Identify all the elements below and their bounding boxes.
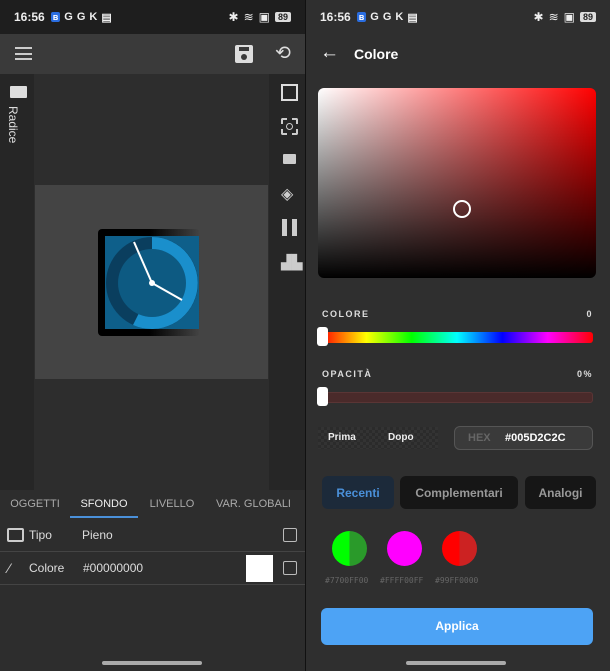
- wifi-icon: ≋: [548, 10, 559, 24]
- save-icon[interactable]: [235, 45, 253, 63]
- calendar-icon: ▤: [101, 11, 112, 24]
- lock-icon[interactable]: [283, 154, 296, 164]
- opacity-value: 0%: [576, 369, 593, 379]
- bluetooth-app-icon: ʙ: [50, 12, 61, 22]
- saturation-value-picker[interactable]: [318, 88, 596, 278]
- opacity-slider[interactable]: [321, 392, 593, 403]
- notification-icon: G: [64, 11, 73, 23]
- checkbox[interactable]: [283, 528, 297, 542]
- watchface-preview: [98, 229, 200, 336]
- brush-icon: ⁄: [8, 560, 11, 576]
- property-value: Pieno: [82, 528, 113, 542]
- picker-cursor[interactable]: [453, 200, 471, 218]
- status-bar: 16:56 ʙ G G K ▤ ✱ ≋ ▣ 89: [306, 0, 610, 34]
- property-row-tipo[interactable]: Tipo Pieno: [0, 519, 305, 552]
- clock: 16:56: [320, 10, 351, 24]
- checkbox[interactable]: [283, 561, 297, 575]
- bluetooth-app-icon: ʙ: [356, 12, 367, 22]
- type-icon: [7, 528, 24, 542]
- property-value: #00000000: [83, 561, 144, 575]
- chart-icon[interactable]: ▟▙: [281, 254, 303, 271]
- tab-complementari[interactable]: Complementari: [400, 476, 518, 509]
- tab-livello[interactable]: LIVELLO: [138, 490, 206, 518]
- property-label: Colore: [29, 561, 65, 575]
- top-toolbar: ⟲: [0, 34, 305, 74]
- hue-slider[interactable]: [321, 332, 593, 343]
- clock: 16:56: [14, 10, 45, 24]
- recent-swatch[interactable]: [332, 531, 367, 566]
- menu-icon[interactable]: [15, 47, 32, 60]
- notification-icon: K: [89, 11, 98, 23]
- recent-swatch[interactable]: [387, 531, 422, 566]
- notification-icon: G: [370, 11, 379, 23]
- wifi-icon: ≋: [243, 10, 254, 24]
- frame-icon[interactable]: [281, 84, 298, 101]
- status-bar: 16:56 ʙ G G K ▤ ✱ ≋ ▣ 89: [0, 0, 305, 34]
- swatch-hex: #99FF0000: [435, 576, 479, 585]
- tree-sidebar[interactable]: Radice: [0, 74, 34, 490]
- bluetooth-icon: ✱: [228, 10, 239, 24]
- gesture-bar: [102, 661, 202, 665]
- swatch-hex: #FFFF00FF: [380, 576, 424, 585]
- after-label: Dopo: [388, 432, 414, 443]
- tab-recenti[interactable]: Recenti: [322, 476, 394, 509]
- battery-indicator: 89: [579, 12, 596, 22]
- editor-screen: 16:56 ʙ G G K ▤ ✱ ≋ ▣ 89 ⟲ Radice ◈ ▟▙ OGGE…: [0, 0, 305, 671]
- before-label: Prima: [328, 432, 356, 443]
- property-label: Tipo: [29, 528, 52, 542]
- hex-label: HEX: [468, 432, 491, 444]
- tool-sidebar: ◈ ▟▙: [269, 74, 305, 490]
- apply-button[interactable]: Applica: [321, 608, 593, 645]
- property-row-colore[interactable]: ⁄ Colore #00000000: [0, 552, 305, 585]
- color-preview[interactable]: [246, 554, 273, 582]
- tab-oggetti[interactable]: OGGETTI: [0, 490, 70, 518]
- battery-indicator: 89: [274, 12, 291, 22]
- bluetooth-icon: ✱: [533, 10, 544, 24]
- sim-icon: ▣: [258, 10, 270, 24]
- page-title: Colore: [354, 46, 399, 62]
- opacity-label: OPACITÀ: [322, 369, 373, 379]
- tab-bar: OGGETTI SFONDO LIVELLO VAR. GLOBALI: [0, 490, 305, 518]
- folder-icon: [10, 86, 27, 98]
- hue-value: 0: [586, 309, 593, 319]
- pause-icon[interactable]: [282, 219, 297, 236]
- root-label: Radice: [6, 106, 20, 144]
- opacity-slider-thumb[interactable]: [317, 387, 328, 406]
- tab-analogi[interactable]: Analogi: [525, 476, 596, 509]
- recent-swatch[interactable]: [442, 531, 477, 566]
- focus-icon[interactable]: [281, 118, 298, 135]
- tab-sfondo[interactable]: SFONDO: [70, 490, 138, 518]
- hex-input[interactable]: HEX #005D2C2C: [454, 426, 593, 450]
- notification-icon: G: [76, 11, 86, 23]
- notification-icon: K: [395, 11, 404, 23]
- hue-label: COLORE: [322, 309, 370, 319]
- canvas-preview[interactable]: [35, 185, 268, 379]
- color-picker-screen: 16:56 ʙ G G K ▤ ✱ ≋ ▣ 89 ← Colore COLORE 0 …: [306, 0, 610, 671]
- gesture-bar: [406, 661, 506, 665]
- sim-icon: ▣: [563, 10, 575, 24]
- tab-var-globali[interactable]: VAR. GLOBALI: [206, 490, 301, 518]
- layers-icon[interactable]: ◈: [281, 184, 293, 204]
- notification-icon: G: [382, 11, 392, 23]
- hex-value: #005D2C2C: [505, 432, 566, 444]
- swatch-hex: #7700FF00: [325, 576, 369, 585]
- calendar-icon: ▤: [407, 11, 418, 24]
- back-arrow-icon[interactable]: ←: [320, 42, 339, 64]
- hue-slider-thumb[interactable]: [317, 327, 328, 346]
- history-icon[interactable]: ⟲: [275, 42, 291, 65]
